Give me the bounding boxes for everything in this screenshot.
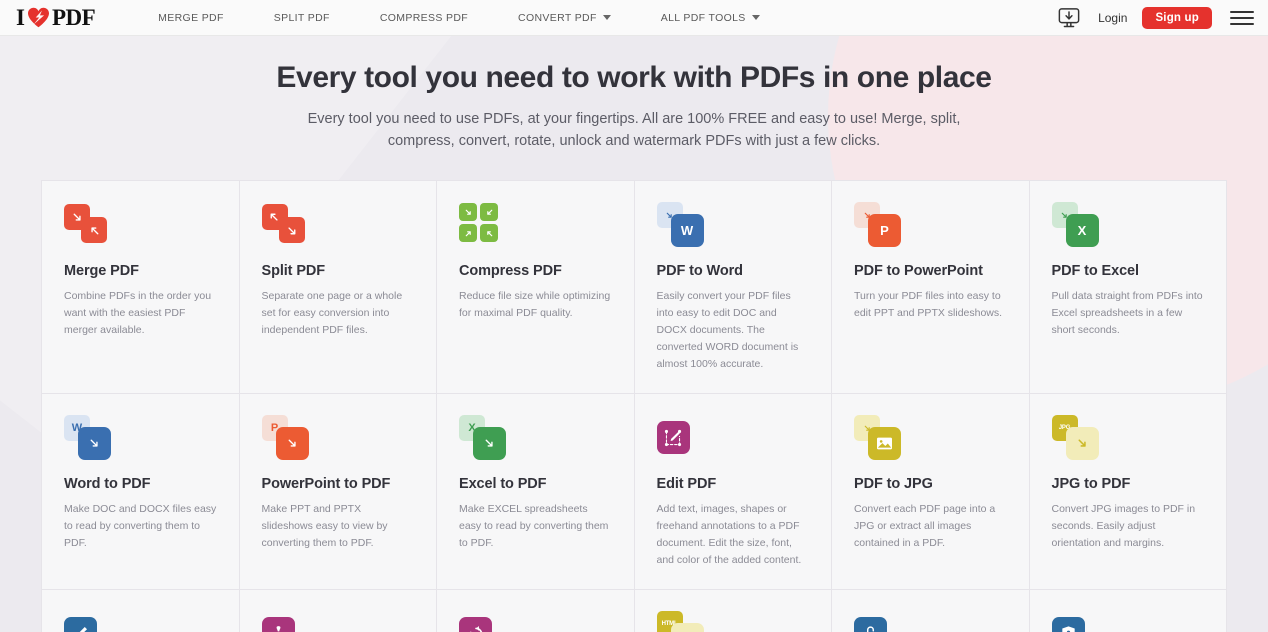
html-to-pdf-icon: HTML xyxy=(656,611,810,632)
tool-title: PDF to JPG xyxy=(854,476,933,493)
signup-button[interactable]: Sign up xyxy=(1142,6,1212,29)
site-header: I PDF MERGE PDF SPLIT PDF COMPRESS PDF C… xyxy=(0,0,1268,36)
tool-card-powerpoint-to-pdf[interactable]: P PowerPoint to PDF Make PPT and PPTX sl… xyxy=(239,394,436,590)
nav-item-merge-pdf[interactable]: MERGE PDF xyxy=(133,12,249,24)
tool-card-split-pdf[interactable]: Split PDF Separate one page or a whole s… xyxy=(239,181,436,394)
burger-line xyxy=(1230,10,1254,13)
tool-description: Reduce file size while optimizing for ma… xyxy=(459,290,611,320)
tool-card-html-to-pdf[interactable]: HTML HTML to PDF Convert webpages in HTM… xyxy=(634,590,831,632)
watermark-icon xyxy=(261,611,415,632)
tool-card-compress-pdf[interactable]: Compress PDF Reduce file size while opti… xyxy=(437,181,634,394)
tool-card-word-to-pdf[interactable]: W Word to PDF Make DOC and DOCX files ea… xyxy=(42,394,239,590)
merge-pdf-icon xyxy=(64,202,217,250)
tool-description: Make EXCEL spreadsheets easy to read by … xyxy=(459,503,609,550)
edit-pdf-icon xyxy=(656,415,810,463)
chevron-down-icon xyxy=(602,15,611,20)
jpg-to-pdf-icon: JPG xyxy=(1051,415,1205,463)
hero-section: Every tool you need to work with PDFs in… xyxy=(0,36,1268,152)
tool-card-pdf-to-powerpoint[interactable]: P PDF to PowerPoint Turn your PDF files … xyxy=(832,181,1029,394)
tool-title: JPG to PDF xyxy=(1051,476,1131,493)
tool-card-edit-pdf[interactable]: Edit PDF Add text, images, shapes or fre… xyxy=(634,394,831,590)
word-letter: W xyxy=(680,223,694,239)
logo-text-pdf: PDF xyxy=(51,5,96,30)
tool-title: PowerPoint to PDF xyxy=(261,476,391,493)
word-to-pdf-icon: W xyxy=(64,415,217,463)
pdf-to-excel-icon: X xyxy=(1051,202,1205,250)
heart-icon xyxy=(27,7,50,28)
nav-item-all-pdf-tools[interactable]: ALL PDF TOOLS xyxy=(636,12,785,24)
tool-description: Add text, images, shapes or freehand ann… xyxy=(656,503,802,567)
tool-card-merge-pdf[interactable]: Merge PDF Combine PDFs in the order you … xyxy=(42,181,239,394)
protect-pdf-icon xyxy=(1051,611,1205,632)
desktop-download-icon[interactable] xyxy=(1055,7,1083,29)
tool-description: Separate one page or a whole set for eas… xyxy=(261,290,403,337)
tool-title: PDF to Word xyxy=(656,263,744,280)
powerpoint-to-pdf-icon: P xyxy=(261,415,415,463)
login-link[interactable]: Login xyxy=(1095,11,1130,25)
tool-description: Convert each PDF page into a JPG or extr… xyxy=(854,503,996,550)
powerpoint-letter: P xyxy=(880,223,889,239)
logo-letter-i: I xyxy=(16,5,25,30)
tool-description: Pull data straight from PDFs into Excel … xyxy=(1051,290,1203,337)
tool-title: Split PDF xyxy=(261,263,326,280)
nav-label: COMPRESS PDF xyxy=(379,11,469,24)
tool-title: Edit PDF xyxy=(656,476,717,493)
excel-letter: X xyxy=(1077,223,1087,239)
burger-line xyxy=(1230,16,1254,19)
tool-description: Make PPT and PPTX slideshows easy to vie… xyxy=(261,503,388,550)
tool-title: PDF to PowerPoint xyxy=(854,263,983,280)
unlock-pdf-icon xyxy=(854,611,1007,632)
tool-card-rotate-pdf[interactable]: Rotate PDF Rotate your PDFs the way you xyxy=(437,590,634,632)
compress-pdf-icon xyxy=(459,202,612,250)
pdf-to-jpg-icon xyxy=(854,415,1007,463)
excel-to-pdf-icon: X xyxy=(459,415,612,463)
tool-card-watermark[interactable]: Watermark Stamp an image or text over yo… xyxy=(239,590,436,632)
split-pdf-icon xyxy=(261,202,415,250)
tool-card-pdf-to-word[interactable]: W PDF to Word Easily convert your PDF fi… xyxy=(634,181,831,394)
tool-title: Compress PDF xyxy=(459,263,562,280)
nav-label: CONVERT PDF xyxy=(518,11,597,24)
hamburger-menu-icon[interactable] xyxy=(1230,9,1254,27)
chevron-down-icon xyxy=(751,15,760,20)
burger-line xyxy=(1230,22,1254,25)
nav-label: SPLIT PDF xyxy=(273,11,330,24)
tool-card-pdf-to-excel[interactable]: X PDF to Excel Pull data straight from P… xyxy=(1029,181,1226,394)
tool-title: Word to PDF xyxy=(64,476,151,493)
tools-grid: Merge PDF Combine PDFs in the order you … xyxy=(41,180,1227,632)
main-navigation: MERGE PDF SPLIT PDF COMPRESS PDF CONVERT… xyxy=(133,12,784,24)
nav-label: MERGE PDF xyxy=(158,11,224,24)
tool-title: Merge PDF xyxy=(64,263,139,280)
tool-title: PDF to Excel xyxy=(1051,263,1140,280)
tool-card-pdf-to-jpg[interactable]: PDF to JPG Convert each PDF page into a … xyxy=(832,394,1029,590)
tool-card-sign-pdf[interactable]: Sign PDF Sign yourself or request xyxy=(42,590,239,632)
tool-title: Excel to PDF xyxy=(459,476,547,493)
tool-card-excel-to-pdf[interactable]: X Excel to PDF Make EXCEL spreadsheets e… xyxy=(437,394,634,590)
nav-item-convert-pdf[interactable]: CONVERT PDF xyxy=(493,12,636,24)
sign-pdf-icon xyxy=(64,611,217,632)
tool-card-jpg-to-pdf[interactable]: JPG JPG to PDF Convert JPG images to PDF… xyxy=(1029,394,1226,590)
tool-description: Easily convert your PDF files into easy … xyxy=(656,290,799,371)
logo-ilovepdf[interactable]: I PDF xyxy=(16,5,96,30)
nav-item-split-pdf[interactable]: SPLIT PDF xyxy=(249,12,355,24)
tool-card-protect-pdf[interactable]: Protect PDF Protect PDF files with a pas… xyxy=(1029,590,1226,632)
tool-description: Combine PDFs in the order you want with … xyxy=(64,290,212,337)
pdf-to-powerpoint-icon: P xyxy=(854,202,1007,250)
tools-grid-wrapper: Merge PDF Combine PDFs in the order you … xyxy=(41,180,1227,632)
pdf-to-word-icon: W xyxy=(656,202,810,250)
tool-description: Convert JPG images to PDF in seconds. Ea… xyxy=(1051,503,1196,550)
page-subtitle: Every tool you need to use PDFs, at your… xyxy=(307,110,961,149)
nav-label: ALL PDF TOOLS xyxy=(660,11,746,24)
tool-description: Make DOC and DOCX files easy to read by … xyxy=(64,503,217,550)
page-title: Every tool you need to work with PDFs in… xyxy=(276,61,992,94)
tool-card-unlock-pdf[interactable]: Unlock PDF Remove PDF password security, xyxy=(832,590,1029,632)
nav-item-compress-pdf[interactable]: COMPRESS PDF xyxy=(355,12,493,24)
tool-description: Turn your PDF files into easy to edit PP… xyxy=(854,290,1003,320)
rotate-pdf-icon xyxy=(459,611,612,632)
header-actions: Login Sign up xyxy=(1055,6,1254,29)
